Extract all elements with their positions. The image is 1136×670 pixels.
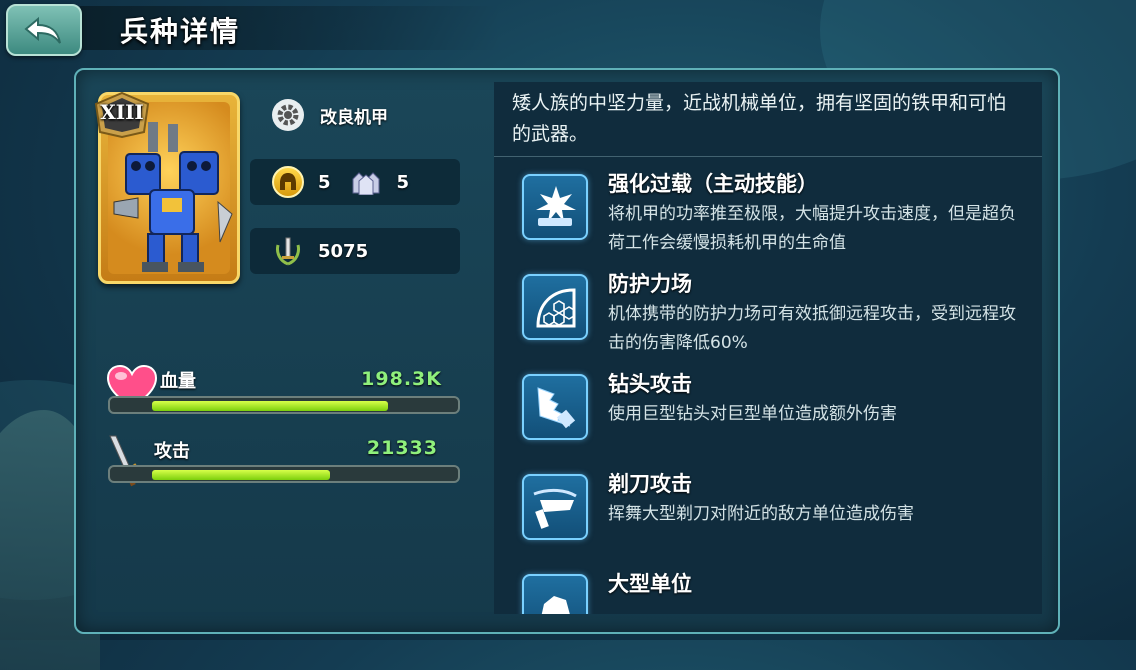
hp-bar-fill — [152, 401, 388, 411]
skill-description: 机体携带的防护力场可有效抵御远程攻击，受到远程攻击的伤害降低60% — [608, 304, 1016, 353]
skill-description: 将机甲的功率推至极限，大幅提升攻击速度，但是超负荷工作会缓慢损耗机甲的生命值 — [608, 204, 1016, 253]
rank-numeral: XIII — [100, 100, 144, 124]
skill-item: 防护力场 机体携带的防护力场可有效抵御远程攻击，受到远程攻击的伤害降低60% — [522, 268, 1032, 358]
unit-name-row: 改良机甲 — [250, 92, 460, 138]
drill-icon — [522, 374, 588, 440]
helmet-icon — [272, 166, 304, 198]
skill-name: 强化过载（主动技能） — [608, 172, 818, 196]
force-field-icon — [522, 274, 588, 340]
skill-item: 强化过载（主动技能） 将机甲的功率推至极限，大幅提升攻击速度，但是超负荷工作会缓… — [522, 168, 1032, 258]
stat-a-value: 5 — [318, 171, 331, 193]
gear-icon — [272, 99, 304, 131]
skill-name: 大型单位 — [608, 572, 692, 596]
overload-icon — [522, 174, 588, 240]
skill-item: 大型单位 — [522, 568, 1032, 614]
skill-description: 使用巨型钻头对巨型单位造成额外伤害 — [608, 404, 897, 424]
unit-stats-row: 5 5 — [250, 159, 460, 205]
divider — [494, 156, 1042, 157]
unit-power-row: 5075 — [250, 228, 460, 274]
razor-icon — [522, 474, 588, 540]
attack-label: 攻击 — [154, 441, 190, 462]
skill-item: 剃刀攻击 挥舞大型剃刀对附近的敌方单位造成伤害 — [522, 468, 1032, 558]
skill-name: 剃刀攻击 — [608, 472, 692, 496]
skill-description: 挥舞大型剃刀对附近的敌方单位造成伤害 — [608, 504, 914, 524]
attack-bar-fill — [152, 470, 330, 480]
attack-bar — [108, 465, 460, 483]
skill-name: 钻头攻击 — [608, 372, 692, 396]
power-value: 5075 — [318, 240, 369, 262]
hp-value: 198.3K — [361, 368, 442, 390]
back-button[interactable] — [6, 4, 82, 56]
stat-b-value: 5 — [396, 171, 410, 193]
unit-description: 矮人族的中坚力量，近战机械单位，拥有坚固的铁甲和可怕的武器。 — [512, 92, 1007, 145]
large-unit-icon — [522, 574, 588, 614]
hp-bar — [108, 396, 460, 414]
sword-laurel-icon — [272, 235, 304, 267]
skills-panel[interactable]: 矮人族的中坚力量，近战机械单位，拥有坚固的铁甲和可怕的武器。 强化过载（主动技能… — [494, 82, 1042, 614]
troop-group-icon — [349, 169, 383, 196]
attack-value: 21333 — [366, 437, 438, 459]
page-title: 兵种详情 — [120, 15, 241, 48]
skill-name: 防护力场 — [608, 272, 692, 296]
skill-item: 钻头攻击 使用巨型钻头对巨型单位造成额外伤害 — [522, 368, 1032, 458]
unit-name: 改良机甲 — [320, 107, 388, 128]
back-arrow-icon — [24, 16, 61, 44]
hp-label: 血量 — [160, 371, 196, 392]
